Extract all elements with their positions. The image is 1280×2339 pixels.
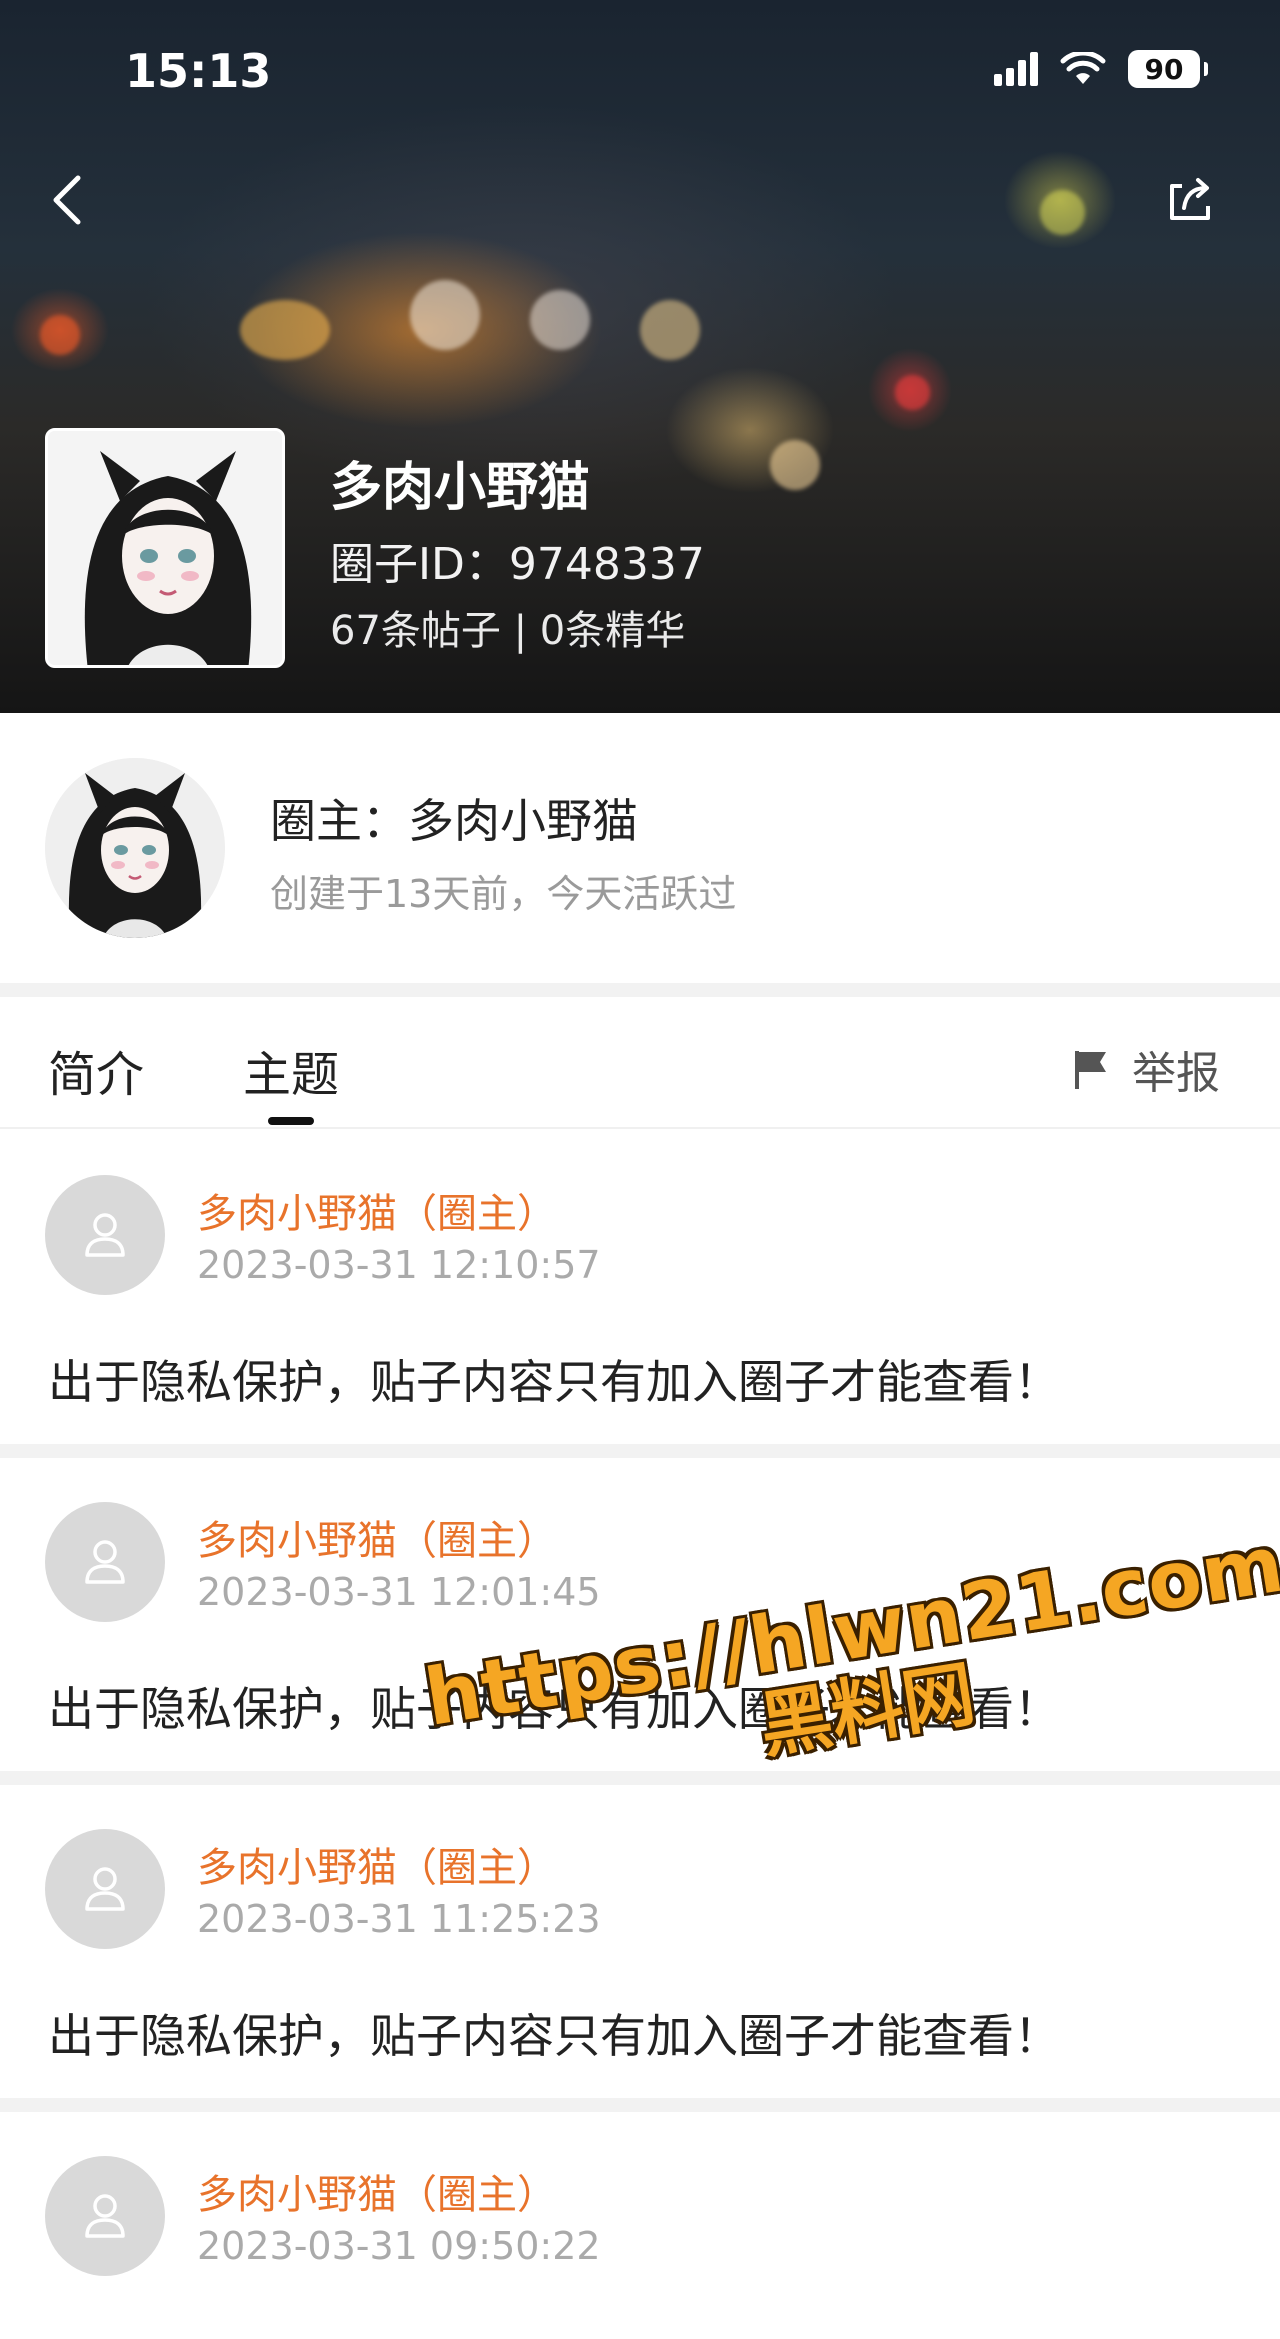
tab-topics[interactable]: 主题 bbox=[243, 1035, 339, 1105]
user-placeholder-icon bbox=[85, 1867, 125, 1911]
owner-name: 圈主：多肉小野猫 bbox=[270, 794, 638, 848]
status-icons: 90 bbox=[994, 50, 1208, 88]
post-author[interactable]: 多肉小野猫（圈主） bbox=[197, 2162, 557, 2220]
bokeh-light bbox=[40, 315, 80, 355]
tab-intro[interactable]: 简介 bbox=[48, 1035, 144, 1105]
bokeh-light bbox=[1040, 190, 1085, 235]
post-author[interactable]: 多肉小野猫（圈主） bbox=[197, 1181, 557, 1239]
post-author[interactable]: 多肉小野猫（圈主） bbox=[197, 1508, 557, 1566]
battery-icon: 90 bbox=[1128, 50, 1208, 88]
wifi-icon bbox=[1060, 52, 1106, 84]
post-content[interactable]: 出于隐私保护，贴子内容只有加入圈子才能查看！ bbox=[48, 2327, 1060, 2339]
section-divider bbox=[0, 983, 1280, 997]
tab-bar: 简介 主题 举报 bbox=[0, 997, 1280, 1129]
post-avatar[interactable] bbox=[45, 2156, 165, 2276]
user-placeholder-icon bbox=[85, 2194, 125, 2238]
post-divider bbox=[0, 1444, 1280, 1458]
circle-header-banner: 15:13 90 多肉小野猫 圈子ID：9748337 67条帖子 | 0条精华 bbox=[0, 0, 1280, 713]
share-icon[interactable] bbox=[1160, 170, 1220, 230]
flag-icon bbox=[1075, 1051, 1106, 1089]
bokeh-light bbox=[770, 440, 820, 490]
post-avatar[interactable] bbox=[45, 1175, 165, 1295]
report-button[interactable]: 举报 bbox=[1072, 1037, 1220, 1101]
post-item[interactable]: 多肉小野猫（圈主） 2023-03-31 09:50:22 出于隐私保护，贴子内… bbox=[0, 2112, 1280, 2339]
circle-id: 圈子ID：9748337 bbox=[330, 539, 705, 590]
bokeh-light bbox=[895, 375, 930, 410]
user-placeholder-icon bbox=[85, 1540, 125, 1584]
active-tab-indicator bbox=[268, 1117, 314, 1125]
owner-activity: 创建于13天前，今天活跃过 bbox=[270, 872, 737, 916]
post-time: 2023-03-31 12:01:45 bbox=[197, 1570, 601, 1614]
anime-girl-avatar bbox=[45, 758, 225, 938]
circle-stats: 67条帖子 | 0条精华 bbox=[330, 608, 686, 654]
post-time: 2023-03-31 11:25:23 bbox=[197, 1897, 601, 1941]
back-chevron-icon[interactable] bbox=[40, 170, 100, 230]
post-item[interactable]: 多肉小野猫（圈主） 2023-03-31 12:10:57 出于隐私保护，贴子内… bbox=[0, 1131, 1280, 1444]
owner-avatar[interactable] bbox=[45, 758, 225, 938]
post-content[interactable]: 出于隐私保护，贴子内容只有加入圈子才能查看！ bbox=[48, 1346, 1060, 1412]
bokeh-light bbox=[530, 290, 590, 350]
signal-icon bbox=[994, 52, 1038, 86]
status-bar: 15:13 90 bbox=[0, 0, 1280, 140]
post-divider bbox=[0, 2098, 1280, 2112]
circle-cover-image[interactable] bbox=[45, 428, 285, 668]
circle-owner-section[interactable]: 圈主：多肉小野猫 创建于13天前，今天活跃过 bbox=[0, 713, 1280, 983]
post-avatar[interactable] bbox=[45, 1829, 165, 1949]
bokeh-light bbox=[410, 280, 480, 350]
anime-girl-illustration bbox=[48, 431, 282, 665]
status-time: 15:13 bbox=[125, 44, 272, 98]
post-avatar[interactable] bbox=[45, 1502, 165, 1622]
post-content[interactable]: 出于隐私保护，贴子内容只有加入圈子才能查看！ bbox=[48, 2000, 1060, 2066]
circle-name: 多肉小野猫 bbox=[330, 458, 591, 518]
post-author[interactable]: 多肉小野猫（圈主） bbox=[197, 1835, 557, 1893]
bokeh-light bbox=[240, 300, 330, 360]
bokeh-light bbox=[640, 300, 700, 360]
post-time: 2023-03-31 09:50:22 bbox=[197, 2224, 601, 2268]
user-placeholder-icon bbox=[85, 1213, 125, 1257]
report-label: 举报 bbox=[1132, 1048, 1220, 1099]
post-item[interactable]: 多肉小野猫（圈主） 2023-03-31 11:25:23 出于隐私保护，贴子内… bbox=[0, 1785, 1280, 2098]
post-time: 2023-03-31 12:10:57 bbox=[197, 1243, 601, 1287]
